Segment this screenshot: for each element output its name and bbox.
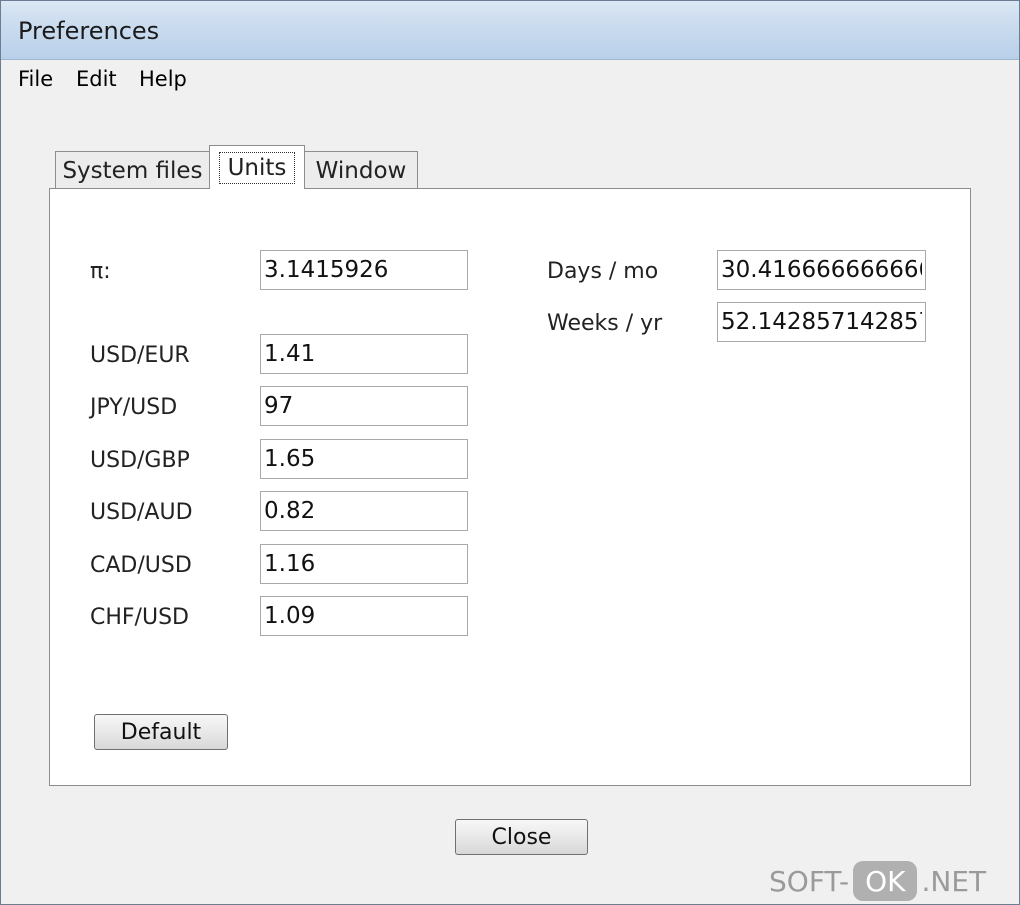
window-title: Preferences bbox=[18, 17, 160, 45]
chf-usd-label: CHF/USD bbox=[90, 605, 189, 630]
weeks-per-year-input[interactable] bbox=[717, 302, 926, 342]
tab-units-label: Units bbox=[218, 151, 296, 184]
tab-system-files-label: System files bbox=[62, 157, 203, 184]
days-per-month-label: Days / mo bbox=[547, 259, 659, 284]
usd-gbp-label: USD/GBP bbox=[90, 448, 190, 473]
watermark-left: SOFT- bbox=[769, 864, 850, 898]
weeks-per-year-label: Weeks / yr bbox=[547, 311, 663, 336]
usd-aud-label: USD/AUD bbox=[90, 500, 193, 525]
usd-aud-input[interactable] bbox=[260, 491, 468, 531]
cad-usd-input[interactable] bbox=[260, 544, 468, 584]
tab-window[interactable]: Window bbox=[304, 151, 418, 189]
chf-usd-input[interactable] bbox=[260, 596, 468, 636]
pi-input[interactable] bbox=[260, 250, 468, 290]
default-button[interactable]: Default bbox=[94, 714, 228, 750]
days-per-month-input[interactable] bbox=[717, 250, 926, 290]
jpy-usd-label: JPY/USD bbox=[90, 395, 178, 420]
title-bar: Preferences bbox=[1, 1, 1019, 60]
close-button[interactable]: Close bbox=[455, 819, 588, 855]
watermark-right: .NET bbox=[921, 864, 987, 898]
menu-file[interactable]: File bbox=[18, 67, 53, 91]
watermark: SOFT- OK .NET bbox=[769, 861, 986, 901]
menu-edit[interactable]: Edit bbox=[76, 67, 117, 91]
menu-bar: File Edit Help bbox=[1, 61, 1019, 97]
tab-units[interactable]: Units bbox=[209, 145, 305, 189]
preferences-window: Preferences File Edit Help System files … bbox=[0, 0, 1020, 905]
menu-help[interactable]: Help bbox=[139, 67, 187, 91]
units-panel: π: USD/EUR JPY/USD USD/GBP USD/AUD CAD/U… bbox=[49, 188, 971, 786]
cad-usd-label: CAD/USD bbox=[90, 553, 192, 578]
pi-label: π: bbox=[90, 259, 111, 284]
tab-system-files[interactable]: System files bbox=[55, 151, 210, 189]
usd-eur-label: USD/EUR bbox=[90, 343, 190, 368]
watermark-box: OK bbox=[853, 861, 918, 901]
usd-eur-input[interactable] bbox=[260, 334, 468, 374]
usd-gbp-input[interactable] bbox=[260, 439, 468, 479]
tab-window-label: Window bbox=[315, 157, 407, 184]
jpy-usd-input[interactable] bbox=[260, 386, 468, 426]
